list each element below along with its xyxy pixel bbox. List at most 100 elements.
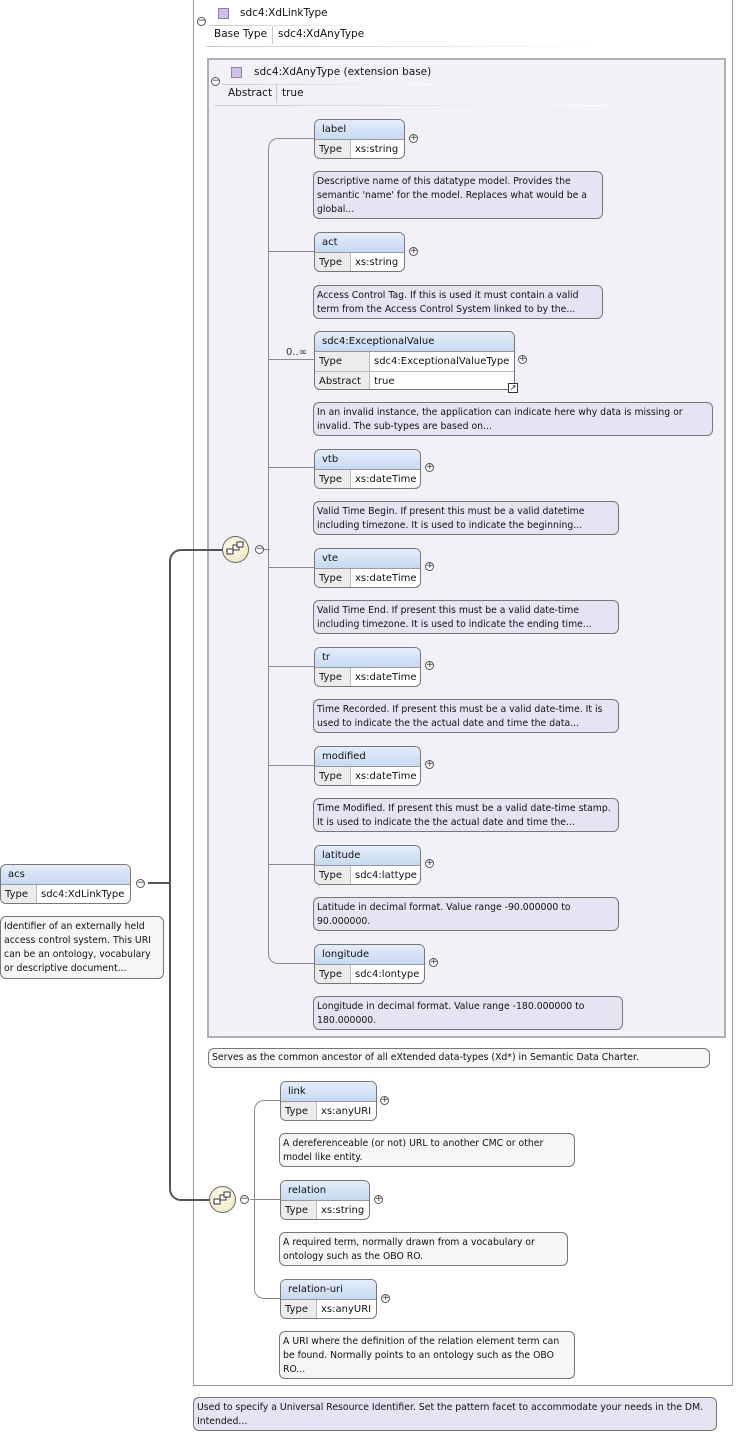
connector-line [254,1199,280,1200]
type-value: sdc4:lontype [355,969,420,980]
reference-arrow-icon[interactable]: ↗ [508,383,518,393]
element-label[interactable]: label Type xs:string [314,119,405,159]
element-name: link [281,1082,376,1102]
expand-icon[interactable]: + [429,958,438,967]
type-key: Type [315,866,351,884]
expand-icon[interactable]: + [425,463,434,472]
abstract-key: Abstract [315,372,370,389]
expand-icon[interactable]: + [518,355,527,364]
act-documentation: Access Control Tag. If this is used it m… [313,285,603,319]
type-value: xs:string [321,1205,365,1216]
type-key: Type [315,569,351,587]
element-name: modified [315,747,420,767]
type-value: xs:dateTime [355,573,417,584]
element-exceptionalvalue[interactable]: sdc4:ExceptionalValue Type sdc4:Exception… [314,331,515,390]
expand-icon[interactable]: + [409,247,418,256]
element-relation-uri[interactable]: relation-uri Type xs:anyURI [280,1279,377,1319]
vtb-documentation: Valid Time Begin. If present this must b… [313,501,619,535]
relation-documentation: A required term, normally drawn from a v… [279,1232,568,1266]
type-key: Type [281,1201,317,1219]
element-acs[interactable]: acs Type sdc4:XdLinkType [0,864,131,904]
link-documentation: A dereferenceable (or not) URL to anothe… [279,1133,575,1167]
abstract-value: true [374,376,395,387]
type-value: xs:dateTime [355,474,417,485]
type-key: Type [315,668,351,686]
type-key: Type [315,352,370,371]
element-vte[interactable]: vte Type xs:dateTime [314,548,421,588]
sequence-compositor-icon[interactable] [222,536,249,563]
element-name: vte [315,549,420,569]
tr-documentation: Time Recorded. If present this must be a… [313,699,619,733]
relation-uri-documentation: A URI where the definition of the relati… [279,1331,575,1379]
xdanytype-documentation: Serves as the common ancestor of all eXt… [208,1048,710,1068]
element-tr[interactable]: tr Type xs:dateTime [314,647,421,687]
type-value: sdc4:lattype [355,870,417,881]
modified-documentation: Time Modified. If present this must be a… [313,798,619,832]
divider [222,84,432,85]
connector-line [268,864,315,865]
collapse-icon[interactable]: − [136,879,145,888]
connector-line [268,765,315,766]
expand-icon[interactable]: + [374,1195,383,1204]
element-longitude[interactable]: longitude Type sdc4:lontype [314,944,425,984]
element-name: acs [1,865,130,885]
connector-line [268,359,315,360]
expand-icon[interactable]: + [425,859,434,868]
xdlinktype-documentation: Used to specify a Universal Resource Ide… [193,1397,717,1431]
label-documentation: Descriptive name of this datatype model.… [313,171,603,219]
element-act[interactable]: act Type xs:string [314,232,405,272]
element-name: relation-uri [281,1280,376,1300]
element-relation[interactable]: relation Type xs:string [280,1180,370,1220]
sequence-compositor-icon[interactable] [209,1186,236,1213]
base-type-key: Base Type [214,28,268,40]
type-value: sdc4:ExceptionalValueType [374,356,510,367]
element-name: vtb [315,450,420,470]
vte-documentation: Valid Time End. If present this must be … [313,600,619,634]
expand-icon[interactable]: + [380,1096,389,1105]
divider [272,26,273,44]
type-value: xs:anyURI [321,1106,372,1117]
element-name: label [315,120,404,140]
sequence-spine [268,138,316,964]
expand-icon[interactable]: + [425,760,434,769]
expand-icon[interactable]: + [381,1294,390,1303]
element-name: sdc4:ExceptionalValue [315,332,514,352]
element-vtb[interactable]: vtb Type xs:dateTime [314,449,421,489]
expand-icon[interactable]: + [409,134,418,143]
type-key: Type [1,885,37,903]
type-key: Type [315,767,351,785]
longitude-documentation: Longitude in decimal format. Value range… [313,996,623,1030]
element-name: act [315,233,404,253]
complex-type-icon [218,8,229,19]
type-value: xs:dateTime [355,771,417,782]
collapse-icon[interactable]: − [211,77,220,86]
element-link[interactable]: link Type xs:anyURI [280,1081,377,1121]
latitude-documentation: Latitude in decimal format. Value range … [313,897,619,931]
collapse-icon[interactable]: − [255,545,264,554]
acs-documentation: Identifier of an externally held access … [0,916,164,979]
type-value: xs:dateTime [355,672,417,683]
exceptionalvalue-documentation: In an invalid instance, the application … [313,402,713,436]
type-key: Type [315,965,351,983]
element-name: tr [315,648,420,668]
element-latitude[interactable]: latitude Type sdc4:lattype [314,845,421,885]
abstract-value: true [282,87,304,99]
outer-type-name: sdc4:XdLinkType [240,7,328,19]
abstract-key: Abstract [228,87,273,99]
connector-line [169,549,225,1201]
element-modified[interactable]: modified Type xs:dateTime [314,746,421,786]
collapse-icon[interactable]: − [197,17,206,26]
multiplicity-label: 0..∞ [286,347,308,358]
element-name: latitude [315,846,420,866]
collapse-icon[interactable]: − [240,1195,249,1204]
expand-icon[interactable]: + [425,562,434,571]
connector-line [268,251,315,252]
type-key: Type [281,1102,317,1120]
complex-type-icon [231,67,242,78]
type-value: sdc4:XdLinkType [41,889,125,900]
type-value: xs:string [355,257,399,268]
expand-icon[interactable]: + [425,661,434,670]
inner-type-name: sdc4:XdAnyType (extension base) [254,66,432,78]
type-key: Type [315,470,351,488]
connector-line [148,882,170,884]
